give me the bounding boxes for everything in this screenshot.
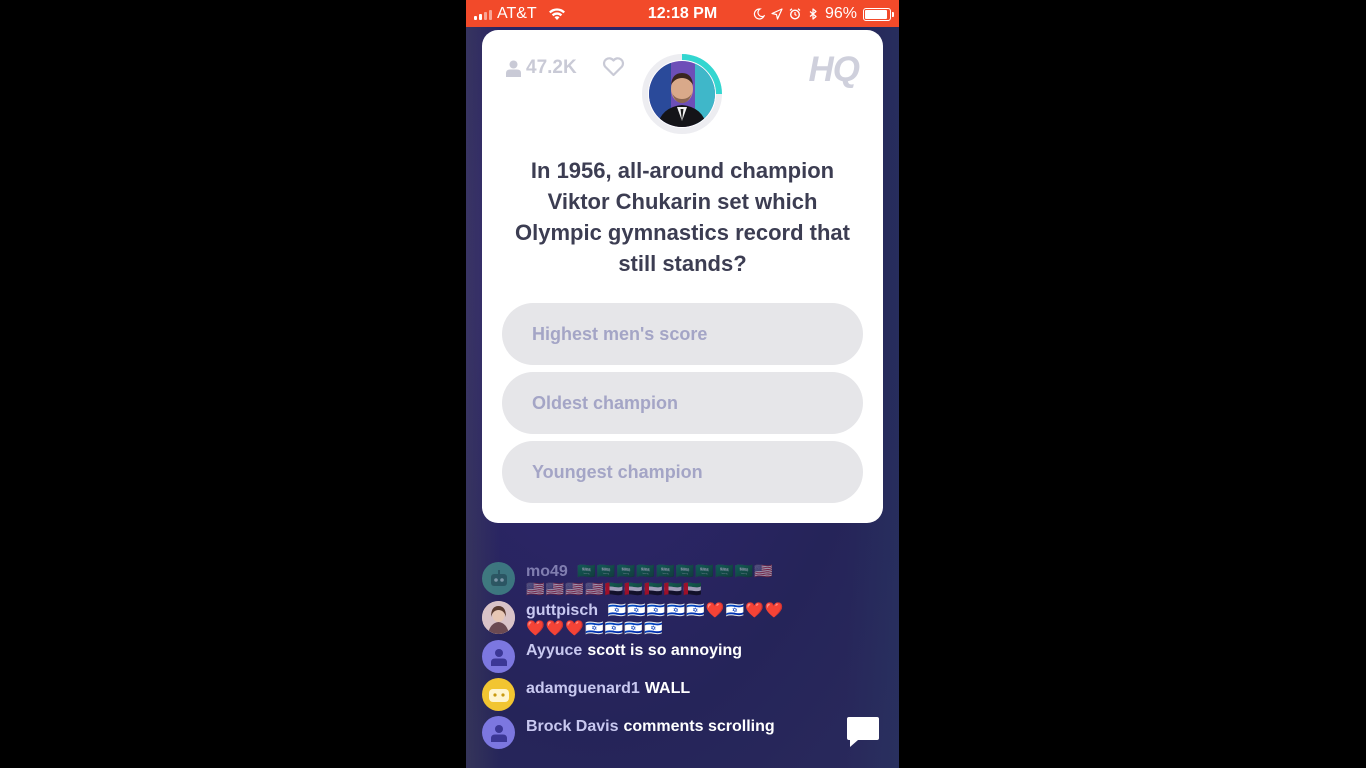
answer-label: Oldest champion (532, 392, 679, 413)
location-icon (771, 8, 783, 20)
question-text: In 1956, all-around champion Viktor Chuk… (515, 158, 850, 276)
user-photo-icon (482, 601, 515, 634)
photo-avatar (482, 601, 515, 634)
comment-emoji-line: 🇺🇸🇺🇸🇺🇸🇺🇸🇦🇪🇦🇪🇦🇪🇦🇪🇦🇪 (526, 581, 704, 598)
comment-username: Ayyuce (526, 642, 583, 659)
person-icon (490, 648, 507, 666)
comment-message: WALL (644, 680, 691, 697)
comment-text: guttpisch 🇮🇱🇮🇱🇮🇱🇮🇱🇮🇱❤️🇮🇱❤️❤️ ❤️❤️❤️🇮🇱🇮🇱🇮… (526, 601, 846, 638)
battery-fill (865, 9, 888, 19)
moon-icon (753, 8, 765, 20)
hq-logo: HQ (808, 50, 860, 89)
answer-label: Youngest champion (532, 461, 703, 482)
answer-option-2[interactable]: Oldest champion (502, 372, 863, 434)
question-card: 47.2K HQ In 1956, all-around champion Vi… (482, 30, 883, 523)
person-avatar (482, 640, 515, 673)
chat-bubble-icon[interactable] (846, 716, 880, 748)
phone-screen: AT&T 12:18 PM 96% 47.2K HQ In 1956, all-… (466, 0, 899, 768)
comment-emoji-line: 🇮🇱🇮🇱🇮🇱🇮🇱🇮🇱❤️🇮🇱❤️❤️ (607, 602, 785, 619)
battery-icon (863, 7, 894, 21)
viewer-count-label: 47.2K (526, 57, 577, 78)
alarm-icon (789, 8, 801, 20)
comment-username: Brock Davis (526, 718, 619, 735)
person-avatar (482, 716, 515, 749)
smiley-icon (488, 688, 509, 702)
person-icon (506, 60, 521, 77)
host-video (642, 54, 722, 134)
comment-username: guttpisch (526, 602, 598, 619)
robot-avatar (482, 562, 515, 595)
robot-icon (490, 569, 507, 586)
comment-text: mo49 🇸🇦🇸🇦🇸🇦🇸🇦🇸🇦🇸🇦🇸🇦🇸🇦🇸🇦🇺🇸 🇺🇸🇺🇸🇺🇸🇺🇸🇦🇪🇦🇪🇦🇪… (526, 562, 846, 599)
answer-option-3[interactable]: Youngest champion (502, 441, 863, 503)
comment-username: adamguenard1 (526, 680, 640, 697)
comment-emoji-line: ❤️❤️❤️🇮🇱🇮🇱🇮🇱🇮🇱 (526, 620, 664, 637)
comment-text: Ayyuce scott is so annoying (526, 641, 846, 660)
comment-message: comments scrolling (623, 718, 775, 735)
comment-message: scott is so annoying (587, 642, 743, 659)
comment-emoji-line: 🇸🇦🇸🇦🇸🇦🇸🇦🇸🇦🇸🇦🇸🇦🇸🇦🇸🇦🇺🇸 (577, 563, 775, 580)
status-bar: AT&T 12:18 PM 96% (466, 0, 899, 27)
host-avatar (649, 61, 715, 127)
viewer-count: 47.2K (506, 57, 577, 79)
comment-text: Brock Davis comments scrolling (526, 717, 846, 736)
host-face-icon (649, 61, 715, 127)
answer-label: Highest men's score (532, 323, 708, 344)
heart-icon[interactable] (602, 57, 625, 77)
battery-percent: 96% (824, 5, 857, 22)
status-right: 96% (753, 5, 894, 23)
comment-username: mo49 (526, 563, 568, 580)
comment-text: adamguenard1 WALL (526, 679, 846, 698)
bluetooth-icon (809, 8, 817, 20)
person-icon (490, 724, 507, 742)
smiley-avatar (482, 678, 515, 711)
answer-option-1[interactable]: Highest men's score (502, 303, 863, 365)
